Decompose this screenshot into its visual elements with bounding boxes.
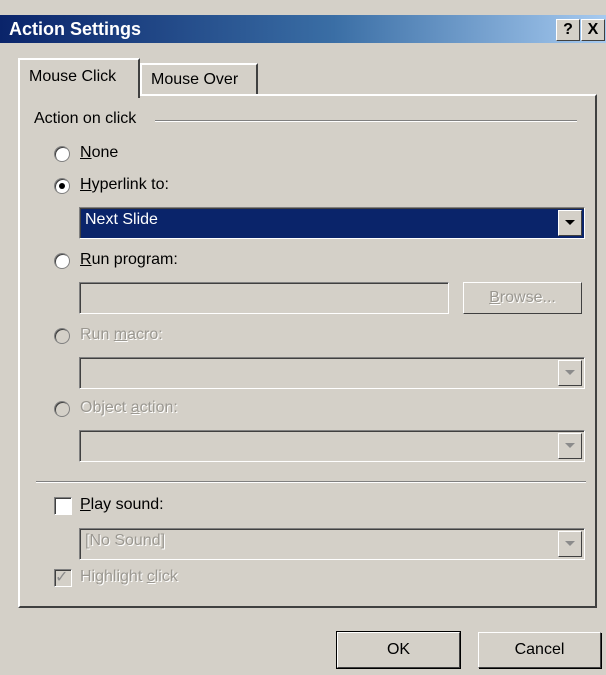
radio-none-label[interactable]: None [80, 144, 118, 162]
window-title: Action Settings [9, 19, 142, 39]
play-sound-label[interactable]: Play sound: [80, 496, 164, 514]
checkmark-icon: ✓ [55, 569, 69, 586]
action-settings-dialog: Action Settings ? X Mouse Click Mouse Ov… [0, 0, 606, 675]
help-icon: ? [563, 21, 573, 38]
chevron-down-icon[interactable] [558, 360, 582, 386]
close-button[interactable]: X [581, 19, 605, 41]
hyperlink-value: Next Slide [83, 211, 160, 229]
radio-object-action-label[interactable]: Object action: [80, 399, 178, 417]
section-separator [36, 481, 586, 483]
radio-selected-dot [59, 183, 65, 189]
highlight-click-label[interactable]: Highlight click [80, 568, 178, 586]
play-sound-checkbox[interactable] [54, 497, 72, 515]
ok-button[interactable]: OK [336, 631, 461, 669]
chevron-down-icon[interactable] [558, 210, 582, 236]
radio-hyperlink[interactable] [54, 178, 70, 194]
object-action-dropdown[interactable] [79, 430, 585, 462]
cancel-button[interactable]: Cancel [478, 632, 601, 668]
action-group-label: Action on click [34, 110, 137, 127]
highlight-click-checkbox[interactable]: ✓ [54, 569, 72, 587]
radio-object-action[interactable] [54, 401, 70, 417]
sound-dropdown[interactable]: [No Sound] [79, 528, 585, 560]
radio-none[interactable] [54, 146, 70, 162]
radio-hyperlink-label[interactable]: Hyperlink to: [80, 176, 169, 194]
browse-button[interactable]: Browse... [463, 282, 582, 314]
chevron-down-icon[interactable] [558, 531, 582, 557]
group-separator [155, 120, 577, 122]
chevron-down-icon[interactable] [558, 433, 582, 459]
radio-run-macro[interactable] [54, 328, 70, 344]
radio-run-program-label[interactable]: Run program: [80, 251, 178, 269]
title-bar[interactable]: Action Settings ? X [0, 15, 606, 43]
run-program-input[interactable] [79, 282, 449, 314]
tab-mouse-click[interactable]: Mouse Click [18, 58, 140, 98]
sound-value: [No Sound] [85, 532, 166, 549]
close-icon: X [587, 21, 599, 38]
tab-mouse-over[interactable]: Mouse Over [140, 63, 258, 96]
run-macro-dropdown[interactable] [79, 357, 585, 389]
radio-run-macro-label[interactable]: Run macro: [80, 326, 163, 344]
help-button[interactable]: ? [556, 19, 580, 41]
tab-mouse-over-label: Mouse Over [151, 71, 239, 88]
hyperlink-dropdown[interactable]: Next Slide [79, 207, 585, 239]
tab-mouse-click-label: Mouse Click [29, 68, 117, 85]
radio-run-program[interactable] [54, 253, 70, 269]
